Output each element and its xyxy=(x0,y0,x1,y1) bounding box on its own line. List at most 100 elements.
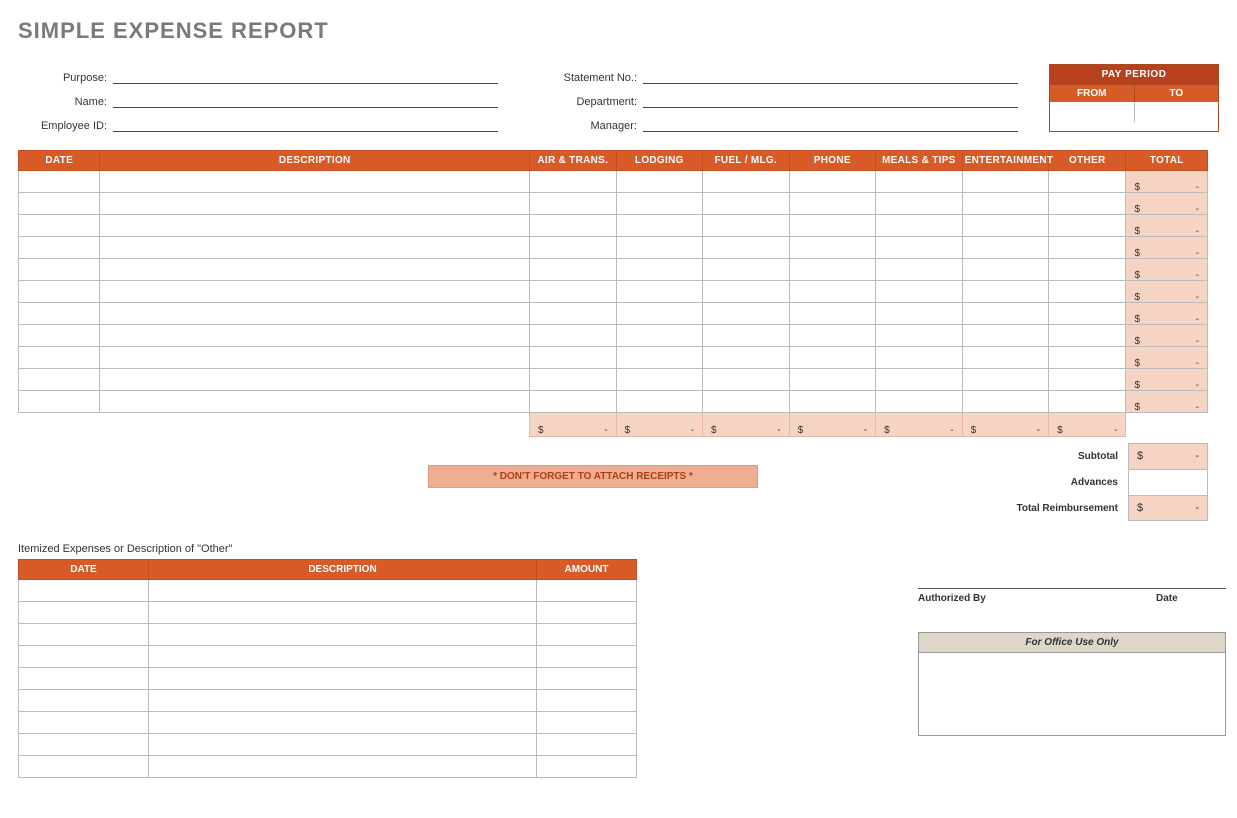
table-cell[interactable] xyxy=(100,369,530,391)
table-cell[interactable] xyxy=(19,668,149,690)
table-cell[interactable] xyxy=(789,391,876,413)
table-cell[interactable] xyxy=(616,391,703,413)
table-cell[interactable] xyxy=(616,325,703,347)
table-cell[interactable] xyxy=(537,668,637,690)
table-cell[interactable] xyxy=(19,281,100,303)
table-cell[interactable] xyxy=(703,215,790,237)
table-cell[interactable] xyxy=(149,668,537,690)
table-cell[interactable] xyxy=(962,259,1049,281)
table-cell[interactable] xyxy=(876,193,963,215)
table-cell[interactable] xyxy=(703,347,790,369)
table-cell[interactable] xyxy=(537,734,637,756)
table-cell[interactable] xyxy=(962,391,1049,413)
table-cell[interactable] xyxy=(1049,171,1126,193)
table-cell[interactable] xyxy=(19,347,100,369)
table-cell[interactable] xyxy=(100,303,530,325)
table-cell[interactable] xyxy=(876,171,963,193)
table-cell[interactable] xyxy=(1049,237,1126,259)
table-cell[interactable] xyxy=(149,690,537,712)
table-cell[interactable] xyxy=(19,259,100,281)
table-cell[interactable] xyxy=(149,756,537,778)
table-cell[interactable] xyxy=(149,734,537,756)
table-cell[interactable] xyxy=(530,171,617,193)
table-cell[interactable] xyxy=(149,712,537,734)
table-cell[interactable] xyxy=(19,325,100,347)
table-cell[interactable] xyxy=(100,347,530,369)
table-cell[interactable] xyxy=(100,281,530,303)
table-cell[interactable] xyxy=(19,303,100,325)
table-cell[interactable] xyxy=(789,281,876,303)
table-cell[interactable] xyxy=(1049,193,1126,215)
statement-no-input[interactable] xyxy=(643,68,1018,84)
table-cell[interactable] xyxy=(530,303,617,325)
table-cell[interactable] xyxy=(537,690,637,712)
table-cell[interactable] xyxy=(1049,347,1126,369)
table-cell[interactable] xyxy=(962,281,1049,303)
table-cell[interactable] xyxy=(703,171,790,193)
table-cell[interactable] xyxy=(19,237,100,259)
pay-period-to-input[interactable] xyxy=(1135,102,1219,122)
table-cell[interactable] xyxy=(703,193,790,215)
table-cell[interactable] xyxy=(876,259,963,281)
table-cell[interactable] xyxy=(876,237,963,259)
table-cell[interactable] xyxy=(789,237,876,259)
table-cell[interactable] xyxy=(149,602,537,624)
table-cell[interactable] xyxy=(19,624,149,646)
employee-id-input[interactable] xyxy=(113,116,498,132)
table-cell[interactable] xyxy=(876,325,963,347)
table-cell[interactable] xyxy=(100,171,530,193)
advances-value[interactable] xyxy=(1128,469,1208,495)
table-cell[interactable] xyxy=(19,712,149,734)
table-cell[interactable] xyxy=(100,193,530,215)
table-cell[interactable] xyxy=(530,369,617,391)
table-cell[interactable] xyxy=(537,602,637,624)
table-cell[interactable] xyxy=(876,347,963,369)
table-cell[interactable] xyxy=(789,193,876,215)
table-cell[interactable] xyxy=(703,303,790,325)
table-cell[interactable] xyxy=(19,193,100,215)
table-cell[interactable] xyxy=(789,369,876,391)
table-cell[interactable] xyxy=(530,259,617,281)
table-cell[interactable] xyxy=(1049,215,1126,237)
purpose-input[interactable] xyxy=(113,68,498,84)
table-cell[interactable] xyxy=(530,215,617,237)
manager-input[interactable] xyxy=(643,116,1018,132)
table-cell[interactable] xyxy=(19,734,149,756)
table-cell[interactable] xyxy=(616,303,703,325)
table-cell[interactable] xyxy=(962,237,1049,259)
table-cell[interactable] xyxy=(100,325,530,347)
table-cell[interactable] xyxy=(876,369,963,391)
table-cell[interactable] xyxy=(789,171,876,193)
table-cell[interactable] xyxy=(149,646,537,668)
department-input[interactable] xyxy=(643,92,1018,108)
table-cell[interactable] xyxy=(616,193,703,215)
table-cell[interactable] xyxy=(537,756,637,778)
table-cell[interactable] xyxy=(616,369,703,391)
table-cell[interactable] xyxy=(616,347,703,369)
table-cell[interactable] xyxy=(19,756,149,778)
table-cell[interactable] xyxy=(537,646,637,668)
table-cell[interactable] xyxy=(19,690,149,712)
table-cell[interactable] xyxy=(530,347,617,369)
table-cell[interactable] xyxy=(876,391,963,413)
table-cell[interactable] xyxy=(149,580,537,602)
table-cell[interactable] xyxy=(100,259,530,281)
table-cell[interactable] xyxy=(19,171,100,193)
table-cell[interactable] xyxy=(100,391,530,413)
table-cell[interactable] xyxy=(537,624,637,646)
table-cell[interactable] xyxy=(1049,303,1126,325)
table-cell[interactable] xyxy=(530,237,617,259)
table-cell[interactable] xyxy=(530,281,617,303)
table-cell[interactable] xyxy=(703,259,790,281)
table-cell[interactable] xyxy=(530,391,617,413)
table-cell[interactable] xyxy=(19,215,100,237)
table-cell[interactable] xyxy=(789,215,876,237)
table-cell[interactable] xyxy=(1049,259,1126,281)
table-cell[interactable] xyxy=(703,325,790,347)
table-cell[interactable] xyxy=(19,646,149,668)
table-cell[interactable] xyxy=(789,325,876,347)
table-cell[interactable] xyxy=(19,602,149,624)
table-cell[interactable] xyxy=(962,325,1049,347)
table-cell[interactable] xyxy=(616,237,703,259)
table-cell[interactable] xyxy=(962,369,1049,391)
